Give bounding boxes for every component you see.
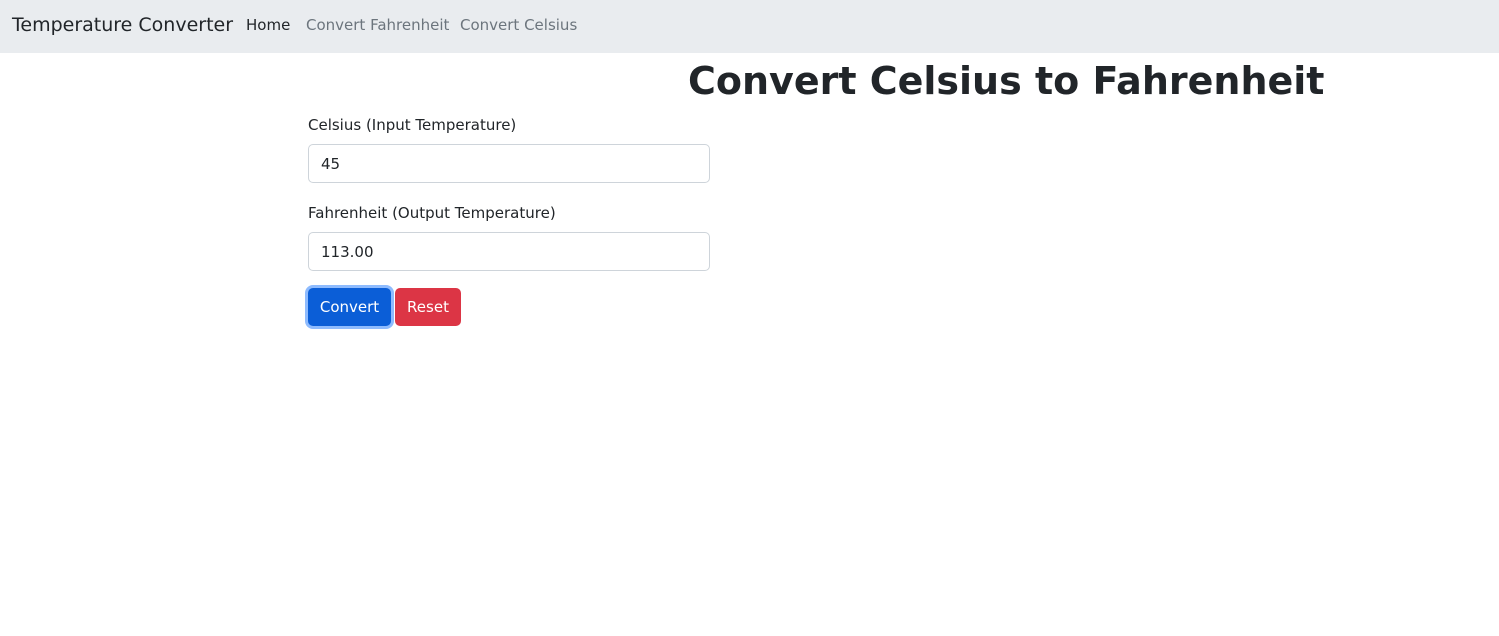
reset-button[interactable]: Reset: [395, 288, 461, 326]
fahrenheit-output[interactable]: [308, 232, 710, 271]
nav-link-convert-fahrenheit[interactable]: Convert Fahrenheit: [306, 15, 449, 35]
celsius-label: Celsius (Input Temperature): [308, 116, 517, 134]
convert-button[interactable]: Convert: [308, 288, 391, 326]
celsius-input[interactable]: [308, 144, 710, 183]
page-title: Convert Celsius to Fahrenheit: [688, 59, 1325, 103]
navbar-brand[interactable]: Temperature Converter: [12, 12, 233, 38]
fahrenheit-label: Fahrenheit (Output Temperature): [308, 204, 556, 222]
nav-link-convert-celsius[interactable]: Convert Celsius: [460, 15, 577, 35]
nav-link-home[interactable]: Home: [246, 15, 290, 35]
navbar: Temperature Converter Home Convert Fahre…: [0, 0, 1499, 53]
